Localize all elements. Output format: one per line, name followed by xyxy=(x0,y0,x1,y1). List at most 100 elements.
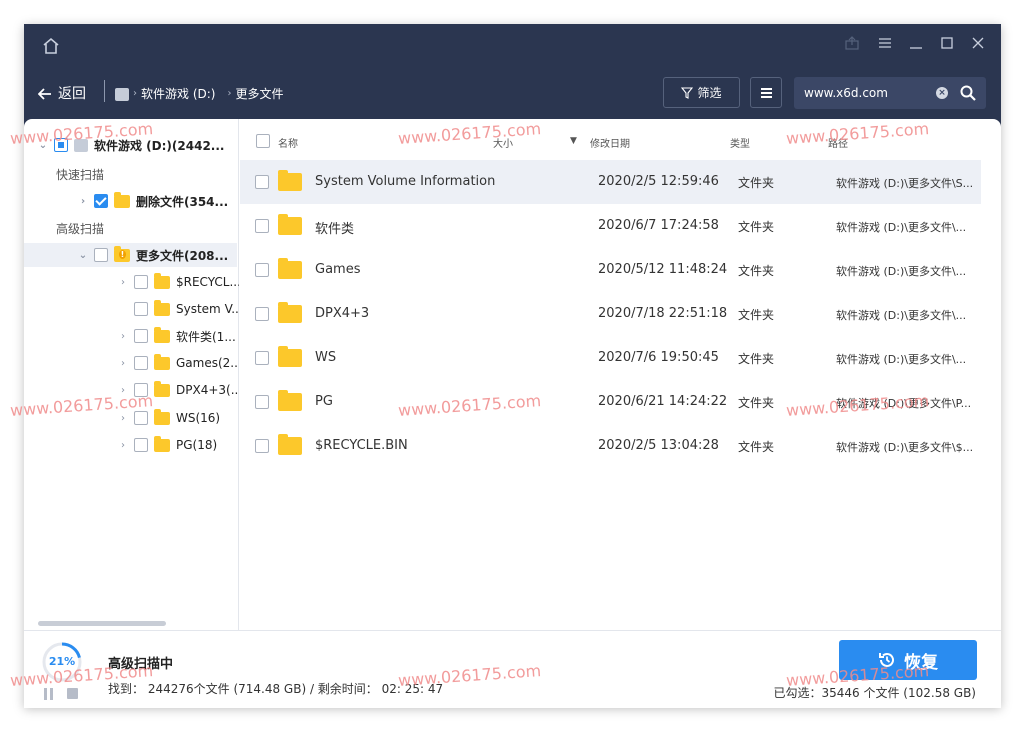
row-type: 文件夹 xyxy=(738,176,775,190)
scan-status-title: 高级扫描中 xyxy=(108,657,174,672)
tree-checkbox[interactable] xyxy=(134,438,148,452)
tree-checkbox[interactable] xyxy=(134,302,148,316)
folder-icon xyxy=(154,353,170,370)
row-date: 2020/2/5 12:59:46 xyxy=(598,174,719,189)
chevron-right-icon[interactable]: › xyxy=(118,413,128,424)
row-checkbox[interactable] xyxy=(255,307,269,321)
back-button[interactable]: 返回 xyxy=(38,82,86,106)
tree-root[interactable]: ⌄ 软件游戏 (D:)(2442... xyxy=(38,133,224,157)
maximize-icon[interactable] xyxy=(936,35,958,57)
table-row[interactable]: System Volume Information 2020/2/5 12:59… xyxy=(240,160,981,204)
table-row[interactable]: $RECYCLE.BIN 2020/2/5 13:04:28 文件夹 软件游戏 … xyxy=(240,424,981,468)
row-checkbox[interactable] xyxy=(255,175,269,189)
pause-icon[interactable] xyxy=(43,688,55,700)
tree-item[interactable]: › Games(2... xyxy=(118,351,242,375)
tree-checkbox[interactable] xyxy=(134,275,148,289)
row-path: 软件游戏 (D:)\更多文件\... xyxy=(836,353,967,366)
folder-icon xyxy=(154,326,170,343)
row-path: 软件游戏 (D:)\更多文件\P... xyxy=(836,397,972,410)
tree-item[interactable]: › 软件类(1... xyxy=(118,324,236,348)
table-row[interactable]: WS 2020/7/6 19:50:45 文件夹 软件游戏 (D:)\更多文件\… xyxy=(240,336,981,380)
column-type[interactable]: 类型 xyxy=(730,135,750,150)
column-name[interactable]: 名称 xyxy=(278,135,298,150)
table-row[interactable]: 软件类 2020/6/7 17:24:58 文件夹 软件游戏 (D:)\更多文件… xyxy=(240,204,981,248)
folder-icon xyxy=(278,434,302,455)
chevron-right-icon[interactable]: › xyxy=(118,358,128,369)
row-checkbox[interactable] xyxy=(255,219,269,233)
search-input[interactable] xyxy=(794,77,944,109)
share-icon[interactable] xyxy=(841,35,863,57)
folder-icon xyxy=(278,390,302,411)
row-path: 软件游戏 (D:)\更多文件\$... xyxy=(836,441,974,454)
row-name: System Volume Information xyxy=(315,174,496,189)
chevron-right-icon[interactable]: › xyxy=(78,196,88,207)
breadcrumb-current[interactable]: 更多文件 xyxy=(235,82,283,106)
close-icon[interactable] xyxy=(967,35,989,57)
column-path[interactable]: 路径 xyxy=(828,135,848,150)
list-menu-button[interactable] xyxy=(750,77,782,108)
sort-desc-icon[interactable]: ▼ xyxy=(570,136,577,146)
tree-checkbox[interactable] xyxy=(94,194,108,208)
tree-checkbox[interactable] xyxy=(134,356,148,370)
table-row[interactable]: Games 2020/5/12 11:48:24 文件夹 软件游戏 (D:)\更… xyxy=(240,248,981,292)
chevron-right-icon[interactable]: › xyxy=(118,440,128,451)
tree-item[interactable]: › WS(16) xyxy=(118,406,220,430)
stop-icon[interactable] xyxy=(67,688,78,699)
tree-checkbox[interactable] xyxy=(54,138,68,152)
chevron-right-icon[interactable]: › xyxy=(118,385,128,396)
table-row[interactable]: PG 2020/6/21 14:24:22 文件夹 软件游戏 (D:)\更多文件… xyxy=(240,380,981,424)
tree-item[interactable]: › DPX4+3(... xyxy=(118,378,242,402)
arrow-left-icon xyxy=(38,88,51,100)
breadcrumb-drive[interactable]: 软件游戏 (D:) xyxy=(141,82,215,106)
row-name: PG xyxy=(315,394,333,409)
column-date[interactable]: 修改日期 xyxy=(590,135,630,150)
home-icon[interactable] xyxy=(40,35,62,57)
scan-status-info: 找到： 244276个文件 (714.48 GB) / 剩余时间： 02: 25… xyxy=(108,682,444,696)
tree-label: Games(2... xyxy=(176,356,242,370)
chevron-right-icon: › xyxy=(133,88,137,99)
folder-tree: ⌄ 软件游戏 (D:)(2442... 快速扫描 › 删除文件(354... 高… xyxy=(24,119,243,630)
chevron-down-icon[interactable]: ⌄ xyxy=(38,140,48,151)
tree-checkbox[interactable] xyxy=(134,329,148,343)
tree-item-deleted[interactable]: › 删除文件(354... xyxy=(78,189,228,213)
row-date: 2020/7/6 19:50:45 xyxy=(598,350,719,365)
search-icon[interactable] xyxy=(960,85,976,101)
clear-icon[interactable]: × xyxy=(936,87,948,99)
folder-icon xyxy=(278,346,302,367)
breadcrumb: › 软件游戏 (D:) › 更多文件 xyxy=(115,82,283,106)
advanced-scan-heading: 高级扫描 xyxy=(56,222,105,236)
row-type: 文件夹 xyxy=(738,220,775,234)
minimize-icon[interactable] xyxy=(905,35,927,57)
scrollbar-thumb[interactable] xyxy=(38,621,166,626)
tree-label: DPX4+3(... xyxy=(176,383,243,397)
chevron-right-icon: › xyxy=(227,88,232,99)
row-name: $RECYCLE.BIN xyxy=(315,438,408,453)
select-all-checkbox[interactable] xyxy=(256,134,270,148)
row-date: 2020/6/21 14:24:22 xyxy=(598,394,728,409)
folder-icon xyxy=(154,272,170,289)
status-footer: 21% 高级扫描中 找到： 244276个文件 (714.48 GB) / 剩余… xyxy=(24,630,1001,708)
menu-line xyxy=(761,92,772,94)
tree-checkbox[interactable] xyxy=(134,411,148,425)
row-checkbox[interactable] xyxy=(255,395,269,409)
tree-label: 更多文件(208... xyxy=(136,248,229,263)
recover-button[interactable]: 恢复 xyxy=(839,640,977,680)
filter-button[interactable]: 筛选 xyxy=(663,77,740,108)
tree-item[interactable]: System V... xyxy=(118,297,243,321)
horizontal-scrollbar[interactable] xyxy=(30,620,230,626)
menu-icon[interactable] xyxy=(874,35,896,57)
tree-checkbox[interactable] xyxy=(94,248,108,262)
tree-item[interactable]: › $RECYCL... xyxy=(118,270,241,294)
tree-item[interactable]: › PG(18) xyxy=(118,433,217,457)
tree-item-more-files[interactable]: ⌄ 更多文件(208... xyxy=(24,243,237,267)
row-checkbox[interactable] xyxy=(255,263,269,277)
chevron-right-icon[interactable]: › xyxy=(118,331,128,342)
chevron-down-icon[interactable]: ⌄ xyxy=(78,250,88,261)
tree-checkbox[interactable] xyxy=(134,383,148,397)
chevron-right-icon[interactable]: › xyxy=(118,277,128,288)
table-row[interactable]: DPX4+3 2020/7/18 22:51:18 文件夹 软件游戏 (D:)\… xyxy=(240,292,981,336)
row-checkbox[interactable] xyxy=(255,439,269,453)
row-type: 文件夹 xyxy=(738,440,775,454)
row-checkbox[interactable] xyxy=(255,351,269,365)
column-size[interactable]: 大小 xyxy=(493,135,513,150)
